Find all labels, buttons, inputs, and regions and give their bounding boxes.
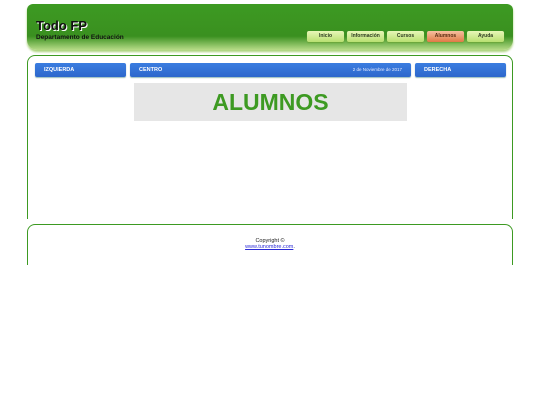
- nav-item-informacion[interactable]: Información: [347, 31, 384, 42]
- site-subtitle: Departamento de Educación: [36, 34, 124, 41]
- site-header: Todo FP Departamento de Educación Inicio…: [27, 4, 513, 50]
- left-column-header: IZQUIERDA: [35, 63, 126, 77]
- footer-link-suffix: .: [293, 244, 295, 250]
- nav-item-inicio[interactable]: Inicio: [307, 31, 344, 42]
- center-column-title: CENTRO: [139, 67, 163, 73]
- nav-item-cursos[interactable]: Cursos: [387, 31, 424, 42]
- left-column-title: IZQUIERDA: [44, 67, 75, 73]
- footer: Copyright © www.tunombre.com.: [27, 224, 513, 265]
- page-heading: ALUMNOS: [212, 89, 329, 115]
- right-column-title: DERECHA: [424, 67, 452, 73]
- center-column-header: CENTRO 2 de Noviembre de 2017: [130, 63, 411, 77]
- site-title: Todo FP: [36, 18, 88, 33]
- nav-item-ayuda[interactable]: Ayuda: [467, 31, 504, 42]
- main-panel: IZQUIERDA CENTRO 2 de Noviembre de 2017 …: [27, 55, 513, 219]
- content-box: ALUMNOS: [134, 83, 407, 121]
- right-column-header: DERECHA: [415, 63, 506, 77]
- date-label: 2 de Noviembre de 2017: [352, 67, 402, 72]
- main-nav: Inicio Información Cursos Alumnos Ayuda: [307, 31, 504, 42]
- footer-link-line: www.tunombre.com.: [28, 244, 512, 250]
- footer-link[interactable]: www.tunombre.com: [245, 244, 293, 250]
- nav-item-alumnos[interactable]: Alumnos: [427, 31, 464, 42]
